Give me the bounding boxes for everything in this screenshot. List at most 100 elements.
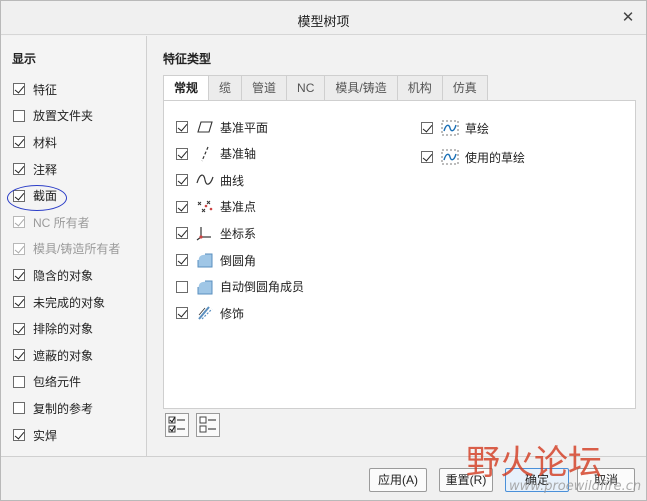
- display-option-checkbox: [13, 242, 25, 255]
- display-option-label: 排除的对象: [33, 322, 94, 337]
- display-option-label: NC 所有者: [33, 215, 90, 230]
- ok-button[interactable]: 确定: [505, 468, 569, 492]
- display-option-12[interactable]: 复制的参考: [13, 395, 120, 422]
- display-option-label: 包络元件: [33, 375, 82, 390]
- tab-1[interactable]: 缆: [208, 75, 243, 101]
- reset-button[interactable]: 重置(R): [439, 468, 493, 492]
- display-option-10[interactable]: 遮蔽的对象: [13, 342, 120, 369]
- display-option-checkbox[interactable]: [13, 402, 25, 415]
- feature-type-label: 基准平面: [220, 120, 269, 135]
- display-option-label: 注释: [33, 162, 58, 177]
- display-option-11[interactable]: 包络元件: [13, 369, 120, 396]
- display-option-checkbox[interactable]: [13, 83, 25, 96]
- display-option-9[interactable]: 排除的对象: [13, 315, 120, 342]
- display-option-checkbox[interactable]: [13, 296, 25, 309]
- feature-type-left-6[interactable]: 自动倒圆角成员: [176, 277, 304, 297]
- display-option-1[interactable]: 放置文件夹: [13, 103, 120, 130]
- display-option-checkbox[interactable]: [13, 136, 25, 149]
- display-option-7[interactable]: 隐含的对象: [13, 262, 120, 289]
- datum-plane-icon: [196, 119, 214, 135]
- feature-type-checkbox[interactable]: [421, 151, 433, 163]
- feature-type-checkbox[interactable]: [176, 280, 188, 293]
- feature-type-checkbox[interactable]: [176, 147, 188, 160]
- tab-0[interactable]: 常规: [163, 75, 210, 102]
- deselect-all-icon: [199, 416, 216, 433]
- title-bar[interactable]: 模型树项 ✕: [1, 1, 646, 35]
- display-option-5: NC 所有者: [13, 209, 120, 236]
- display-option-checkbox[interactable]: [13, 269, 25, 282]
- feature-type-label: 基准点: [220, 200, 257, 215]
- feature-tabs: 常规缆管道 NC 模具/铸造 机构 仿真: [163, 75, 488, 102]
- tab-6[interactable]: 仿真: [441, 75, 488, 101]
- display-option-checkbox[interactable]: [13, 349, 25, 362]
- tab-5[interactable]: 机构: [396, 75, 443, 101]
- feature-type-left-5[interactable]: 倒圆角: [176, 250, 256, 270]
- cancel-button[interactable]: 取消: [577, 468, 635, 492]
- display-option-checkbox[interactable]: [13, 163, 25, 176]
- feature-type-left-1[interactable]: 基准轴: [176, 144, 256, 164]
- display-option-label: 模具/铸造所有者: [33, 242, 121, 257]
- display-option-label: 放置文件夹: [33, 109, 94, 124]
- apply-button[interactable]: 应用(A): [369, 468, 427, 492]
- feature-type-checkbox[interactable]: [421, 122, 433, 134]
- feature-type-left-0[interactable]: 基准平面: [176, 117, 268, 137]
- feature-type-checkbox[interactable]: [176, 227, 188, 240]
- display-option-label: 实焊: [33, 428, 58, 443]
- annotation-highlight-circle: [7, 185, 67, 211]
- feature-type-left-2[interactable]: 曲线: [176, 170, 244, 190]
- model-tree-items-dialog: 模型树项 ✕ 显示 特征 放置文件夹 材料 注释 截面 NC 所有者 模具/铸造所有者 隐含的…: [0, 0, 647, 501]
- feature-type-label: 坐标系: [220, 226, 257, 241]
- tab-2[interactable]: 管道: [241, 75, 288, 101]
- display-options-list: 特征 放置文件夹 材料 注释 截面 NC 所有者 模具/铸造所有者 隐含的对象 未完成的对象 排除…: [13, 76, 120, 448]
- display-option-13[interactable]: 实焊: [13, 422, 120, 449]
- dialog-title: 模型树项: [297, 14, 350, 29]
- display-option-6: 模具/铸造所有者: [13, 236, 120, 263]
- display-option-checkbox[interactable]: [13, 322, 25, 335]
- used-sketch-icon: [441, 149, 459, 165]
- feature-type-checkbox[interactable]: [176, 200, 188, 213]
- curve-icon: [196, 172, 214, 188]
- display-option-checkbox[interactable]: [13, 429, 25, 442]
- feature-types-title: 特征类型: [163, 52, 212, 66]
- select-all-button[interactable]: [165, 413, 189, 437]
- auto-round-member-icon: [196, 279, 214, 295]
- dialog-footer: 应用(A) 重置(R) 确定 取消: [1, 456, 646, 500]
- close-icon[interactable]: ✕: [618, 8, 638, 28]
- feature-type-label: 草绘: [465, 121, 490, 136]
- feature-type-checkbox[interactable]: [176, 254, 188, 266]
- display-option-2[interactable]: 材料: [13, 129, 120, 156]
- feature-type-right-0[interactable]: 草绘: [421, 118, 489, 138]
- feature-types-panel: 基准平面基准轴曲线基准点坐标系倒圆角自动倒圆角成员 修饰 草绘使用的草绘: [163, 100, 636, 409]
- tab-4[interactable]: 模具/铸造: [324, 75, 398, 101]
- display-option-0[interactable]: 特征: [13, 76, 120, 103]
- display-panel: 显示 特征 放置文件夹 材料 注释 截面 NC 所有者 模具/铸造所有者 隐含的对象 未完成的对…: [1, 36, 147, 456]
- coordinate-system-icon: [196, 225, 214, 241]
- feature-type-left-4[interactable]: 坐标系: [176, 223, 256, 243]
- select-all-icon: [168, 416, 185, 433]
- display-option-label: 未完成的对象: [33, 295, 106, 310]
- display-option-label: 隐含的对象: [33, 268, 94, 283]
- datum-point-icon: [196, 199, 214, 215]
- display-option-label: 材料: [33, 135, 58, 150]
- display-option-8[interactable]: 未完成的对象: [13, 289, 120, 316]
- sketch-icon: [441, 120, 459, 136]
- feature-type-left-3[interactable]: 基准点: [176, 197, 256, 217]
- display-option-checkbox[interactable]: [13, 375, 25, 388]
- feature-type-label: 曲线: [220, 173, 245, 188]
- datum-axis-icon: [196, 146, 214, 162]
- display-option-3[interactable]: 注释: [13, 156, 120, 183]
- feature-type-checkbox[interactable]: [176, 307, 188, 320]
- feature-type-label: 倒圆角: [220, 253, 257, 268]
- display-option-checkbox: [13, 216, 25, 229]
- display-option-label: 复制的参考: [33, 401, 94, 416]
- feature-type-left-7[interactable]: 修饰: [176, 303, 244, 323]
- display-option-checkbox[interactable]: [13, 109, 25, 122]
- feature-type-label: 基准轴: [220, 147, 257, 162]
- round-icon: [196, 252, 214, 268]
- deselect-all-button[interactable]: [196, 413, 220, 437]
- display-option-label: 特征: [33, 82, 58, 97]
- tab-3[interactable]: NC: [286, 75, 326, 101]
- feature-type-checkbox[interactable]: [176, 174, 188, 187]
- feature-type-checkbox[interactable]: [176, 121, 188, 133]
- feature-type-right-1[interactable]: 使用的草绘: [421, 147, 525, 167]
